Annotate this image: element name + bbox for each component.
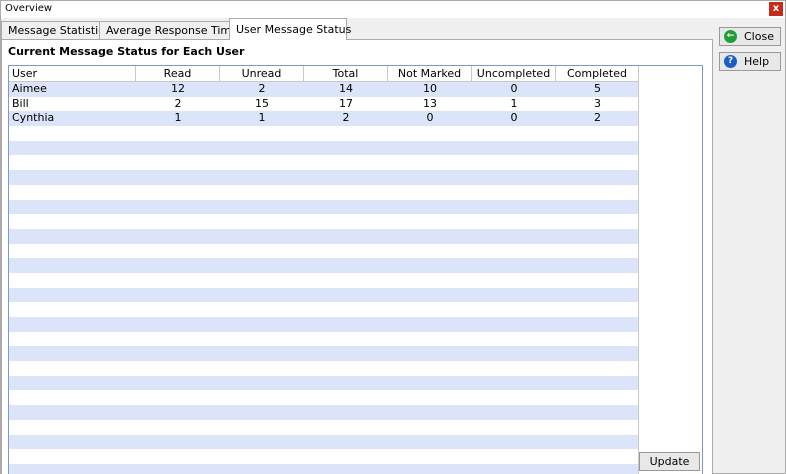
empty-row[interactable] xyxy=(9,346,639,362)
empty-row[interactable] xyxy=(9,214,639,229)
grid-column-edge xyxy=(638,66,639,474)
count-cell: 2 xyxy=(342,111,350,125)
empty-row[interactable] xyxy=(9,390,639,405)
count-cell: 12 xyxy=(171,82,185,95)
close-button[interactable]: ← Close xyxy=(719,27,781,46)
window-close-button[interactable]: x xyxy=(769,2,783,16)
count-cell: 15 xyxy=(255,96,269,110)
count-cell: 14 xyxy=(339,82,353,95)
empty-row[interactable] xyxy=(9,170,639,185)
empty-row[interactable] xyxy=(9,287,639,303)
update-button[interactable]: Update xyxy=(639,452,700,471)
user-name-cell: Cynthia xyxy=(12,111,55,125)
column-header[interactable]: User xyxy=(9,66,136,82)
empty-row[interactable] xyxy=(9,228,639,244)
grid-rows: Aimee 12 2 14 10 0 5 Bill 2 15 17 13 1 3 Cynthia 1 1 2 0 0 2 xyxy=(9,82,639,474)
tab-strip: Message Statistics Average Response Time… xyxy=(1,18,713,40)
count-cell: 17 xyxy=(339,96,353,110)
count-cell: 1 xyxy=(258,111,266,125)
empty-row[interactable] xyxy=(9,332,639,347)
tab-label: Message Statistics xyxy=(8,24,110,37)
empty-row[interactable] xyxy=(9,140,639,156)
empty-row[interactable] xyxy=(9,463,639,474)
question-icon: ? xyxy=(724,55,737,68)
empty-row[interactable] xyxy=(9,244,639,259)
empty-row[interactable] xyxy=(9,449,639,464)
count-cell: 2 xyxy=(594,111,601,125)
column-header[interactable]: Completed xyxy=(556,66,639,82)
column-header[interactable]: Uncompleted xyxy=(472,66,556,82)
help-button-label: Help xyxy=(744,55,770,68)
empty-row[interactable] xyxy=(9,361,639,376)
empty-row[interactable] xyxy=(9,405,639,420)
count-cell: 3 xyxy=(594,96,601,110)
empty-row[interactable] xyxy=(9,420,639,435)
column-header[interactable]: Not Marked xyxy=(388,66,472,82)
count-cell: 13 xyxy=(423,96,437,110)
tab-average-response-times[interactable]: Average Response Times xyxy=(99,21,244,40)
count-cell: 1 xyxy=(510,96,518,110)
tab-user-message-status[interactable]: User Message Status xyxy=(229,18,351,40)
column-header[interactable]: Unread xyxy=(220,66,304,82)
count-cell: 2 xyxy=(174,96,182,110)
grid-body: User Read Unread Total Not Marked Uncompleted… xyxy=(9,66,639,474)
empty-row[interactable] xyxy=(9,317,639,332)
user-name-cell: Bill xyxy=(12,96,29,110)
count-cell: 1 xyxy=(174,111,182,125)
empty-row[interactable] xyxy=(9,258,639,273)
empty-row[interactable] xyxy=(9,126,639,141)
back-arrow-icon: ← xyxy=(724,30,737,43)
window-title: Overview xyxy=(5,3,53,14)
column-header[interactable]: Total xyxy=(304,66,388,82)
grid-header: User Read Unread Total Not Marked Uncompleted… xyxy=(9,66,639,82)
section-title: Current Message Status for Each User xyxy=(8,45,245,58)
empty-row[interactable] xyxy=(9,273,639,288)
empty-row[interactable] xyxy=(9,302,639,317)
tab-message-statistics[interactable]: Message Statistics xyxy=(1,21,110,40)
empty-row[interactable] xyxy=(9,155,639,170)
user-name-cell: Aimee xyxy=(12,82,47,95)
count-cell: 2 xyxy=(258,82,266,95)
table-row[interactable]: Bill 2 15 17 13 1 3 xyxy=(9,97,639,112)
empty-row[interactable] xyxy=(9,199,639,215)
count-cell: 10 xyxy=(423,82,437,95)
column-header[interactable]: Read xyxy=(136,66,220,82)
tab-label: User Message Status xyxy=(236,23,352,36)
table-row[interactable]: Cynthia 1 1 2 0 0 2 xyxy=(9,111,639,127)
status-grid[interactable]: User Read Unread Total Not Marked Uncompleted… xyxy=(8,65,703,474)
empty-row[interactable] xyxy=(9,375,639,391)
count-cell: 0 xyxy=(510,111,518,125)
table-row[interactable]: Aimee 12 2 14 10 0 5 xyxy=(9,82,639,97)
tab-label: Average Response Times xyxy=(106,24,244,37)
count-cell: 0 xyxy=(510,82,518,95)
count-cell: 0 xyxy=(426,111,434,125)
title-bar: Overview x xyxy=(1,1,785,18)
overview-window: Overview x Message Statistics Average Re… xyxy=(0,0,786,474)
user-message-status-panel: Current Message Status for Each User Use… xyxy=(1,39,713,474)
help-button[interactable]: ? Help xyxy=(719,52,781,71)
empty-row[interactable] xyxy=(9,185,639,200)
empty-row[interactable] xyxy=(9,434,639,450)
count-cell: 5 xyxy=(594,82,601,95)
close-button-label: Close xyxy=(744,30,774,43)
